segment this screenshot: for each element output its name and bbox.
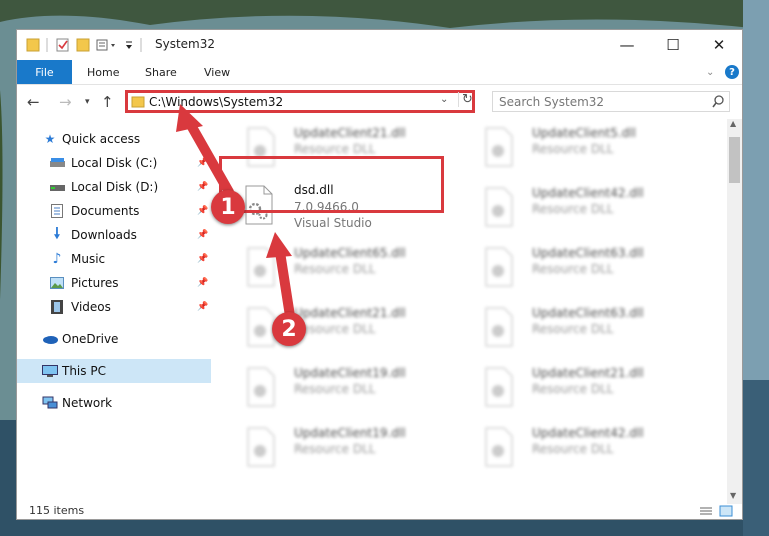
annotation-arrows (176, 104, 295, 321)
step-1-badge: 1 (211, 190, 245, 224)
step-2-badge: 2 (272, 312, 306, 346)
